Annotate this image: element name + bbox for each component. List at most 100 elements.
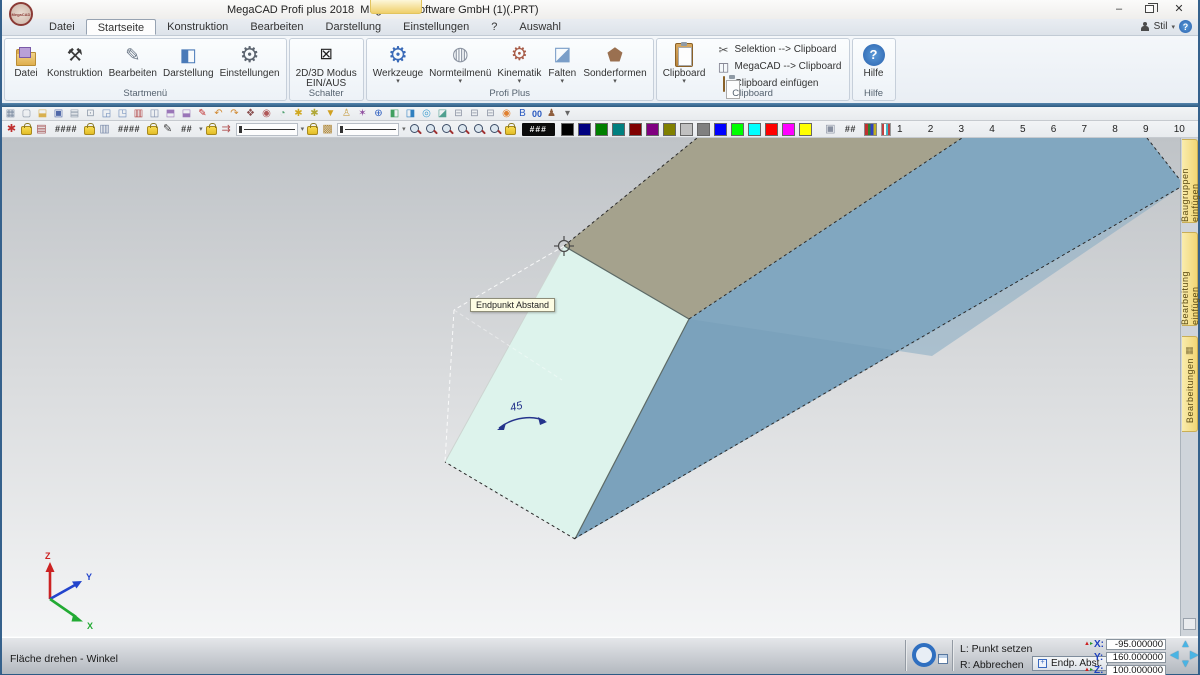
style-caret-icon[interactable]: ▾	[1171, 23, 1175, 31]
width-preset-5[interactable]: 5	[1020, 124, 1026, 135]
color-swatch-12[interactable]	[765, 123, 778, 136]
color-swatch-13[interactable]	[782, 123, 795, 136]
tab-darstellung[interactable]: Darstellung	[315, 19, 393, 35]
line-style-selector[interactable]	[236, 123, 298, 136]
color-swatch-1[interactable]	[578, 123, 591, 136]
toolbar-import-icon[interactable]: ⬒	[164, 108, 177, 120]
toolbar-download-icon[interactable]: ▼	[324, 108, 337, 120]
toolbar-caret-icon[interactable]: ▾	[301, 125, 305, 133]
ribbon-button-datei[interactable]: Datei	[8, 41, 44, 91]
toolbar-lock-icon[interactable]	[21, 126, 32, 135]
toolbar-star-icon[interactable]: ✱	[292, 108, 305, 120]
restore-button[interactable]	[1134, 0, 1164, 17]
width-preset-1[interactable]: 1	[897, 124, 903, 135]
width-preset-4[interactable]: 4	[989, 124, 995, 135]
ribbon-button-konstruktion[interactable]: ⚒Konstruktion	[44, 41, 106, 91]
toolbar-lock-icon[interactable]	[505, 126, 516, 135]
toolbar-lock-icon[interactable]	[206, 126, 217, 135]
toolbar-team-icon[interactable]: ♟	[545, 108, 558, 120]
pan-left-icon[interactable]: ◀	[1170, 648, 1178, 661]
drawing-canvas[interactable]: 45 Z Y	[2, 138, 1180, 636]
toolbar-lock-icon[interactable]	[84, 126, 95, 135]
toolbar-zoom-fit-icon[interactable]	[473, 123, 486, 136]
toolbar-undo-icon[interactable]: ↶	[212, 108, 225, 120]
color-swatch-4[interactable]	[629, 123, 642, 136]
ribbon-button-hilfe[interactable]: ?Hilfe	[856, 41, 892, 91]
minimize-button[interactable]: –	[1104, 0, 1134, 17]
toolbar-doc-icon[interactable]: ▥	[98, 123, 111, 135]
color-swatch-10[interactable]	[731, 123, 744, 136]
color-swatch-3[interactable]	[612, 123, 625, 136]
tab-bearbeiten[interactable]: Bearbeiten	[239, 19, 314, 35]
width-preset-9[interactable]: 9	[1143, 124, 1149, 135]
toolbar-new-doc-icon[interactable]: ▢	[20, 108, 33, 120]
color-swatch-11[interactable]	[748, 123, 761, 136]
toolbar-zoom-in-icon[interactable]	[457, 123, 470, 136]
toolbar-save-icon[interactable]: ▣	[52, 108, 65, 120]
toolbar-doc-check-icon[interactable]: ◳	[116, 108, 129, 120]
toolbar-layer-icon[interactable]: ⇉	[220, 123, 233, 135]
width-preset-2[interactable]: 2	[928, 124, 934, 135]
color-swatch-8[interactable]	[697, 123, 710, 136]
color-swatch-7[interactable]	[680, 123, 693, 136]
toolbar-doc-red-icon[interactable]: ▥	[132, 108, 145, 120]
color-swatch-6[interactable]	[663, 123, 676, 136]
toolbar-find-icon[interactable]: ◉	[260, 108, 273, 120]
tab-auswahl[interactable]: Auswahl	[508, 19, 572, 35]
tab-konstruktion[interactable]: Konstruktion	[156, 19, 239, 35]
toolbar-caret-icon[interactable]: ▾	[199, 125, 203, 133]
ribbon-button-werkzeuge[interactable]: ⚙Werkzeuge▾	[370, 41, 426, 91]
toolbar-caret-icon[interactable]: ▾	[402, 125, 406, 133]
dropdown-caret-icon[interactable]: ▾	[518, 79, 522, 85]
toolbar-marker-icon[interactable]: ✱	[5, 123, 18, 135]
color-swatch-5[interactable]	[646, 123, 659, 136]
toolbar-globe2-icon[interactable]: ◎	[420, 108, 433, 120]
stripes-icon[interactable]	[881, 123, 891, 136]
side-tab-bearbeitung-einfügen[interactable]: Bearbeitung einfügen	[1182, 232, 1198, 326]
toolbar-shape-icon[interactable]: ◪	[436, 108, 449, 120]
ribbon-item-megacad-clipboard[interactable]: ◫MegaCAD --> Clipboard	[713, 58, 846, 75]
toolbar-stamp-icon[interactable]: ❖	[244, 108, 257, 120]
tab-[interactable]: ?	[480, 19, 508, 35]
toolbar-pen-icon[interactable]: ✎	[161, 123, 174, 135]
toolbar-zoom-window-icon[interactable]	[425, 123, 438, 136]
app-logo-icon[interactable]: MegaCAD	[9, 2, 33, 26]
toolbar-cube-blue-icon[interactable]: ◨	[404, 108, 417, 120]
x-coord-input[interactable]: -95.000000	[1106, 639, 1166, 650]
toolbar-grid-icon[interactable]: ▦	[4, 108, 17, 120]
width-preset-10[interactable]: 10	[1174, 124, 1185, 135]
toolbar-plugin-icon[interactable]: ✶	[356, 108, 369, 120]
toolbar-doc-plus-icon[interactable]: ◲	[100, 108, 113, 120]
toolbar-preview-icon[interactable]: ⊡	[84, 108, 97, 120]
tab-datei[interactable]: Datei	[38, 19, 86, 35]
ribbon-button-falten[interactable]: ◪Falten▾	[544, 41, 580, 91]
toolbar-cube-green-icon[interactable]: ◧	[388, 108, 401, 120]
toolbar-star2-icon[interactable]: ✱	[308, 108, 321, 120]
style-label[interactable]: Stil	[1154, 21, 1168, 32]
width-preset-3[interactable]: 3	[959, 124, 965, 135]
ribbon-button-normteilmenü[interactable]: ◍Normteilmenü▾	[426, 41, 494, 91]
table-tool-icon[interactable]	[938, 654, 948, 664]
hatch-style-button[interactable]: ###	[522, 123, 555, 136]
color-swatch-14[interactable]	[799, 123, 812, 136]
toolbar-zoom-prev-icon[interactable]	[441, 123, 454, 136]
width-preset-8[interactable]: 8	[1112, 124, 1118, 135]
width-preset-7[interactable]: 7	[1082, 124, 1088, 135]
side-tab-baugruppen-einfügen[interactable]: Baugruppen einfügen	[1182, 139, 1198, 223]
toolbar-colors-icon[interactable]: ▩	[321, 123, 334, 135]
dropdown-caret-icon[interactable]: ▾	[682, 79, 686, 85]
ribbon-item-selektion-clipboard[interactable]: ✂Selektion --> Clipboard	[713, 41, 846, 58]
toolbar-globe-icon[interactable]: ⊕	[372, 108, 385, 120]
help-icon[interactable]: ?	[1179, 20, 1192, 33]
toolbar-refresh-icon[interactable]: ◔	[276, 108, 289, 120]
z-coord-input[interactable]: 100.000000	[1106, 665, 1166, 675]
toolbar-zoom-out-icon[interactable]	[409, 123, 422, 136]
toolbar-red-pen-icon[interactable]: ✎	[196, 108, 209, 120]
toolbar-cylinder-icon[interactable]: ⊟	[452, 108, 465, 120]
dropdown-caret-icon[interactable]: ▾	[459, 79, 463, 85]
toolbar-print-icon[interactable]: ▤	[68, 108, 81, 120]
dropdown-caret-icon[interactable]: ▾	[396, 79, 400, 85]
toolbar-copy-doc-icon[interactable]: ◫	[148, 108, 161, 120]
color-swatch-0[interactable]	[561, 123, 574, 136]
toolbar-overflow-caret-icon[interactable]: ▾	[561, 108, 574, 120]
